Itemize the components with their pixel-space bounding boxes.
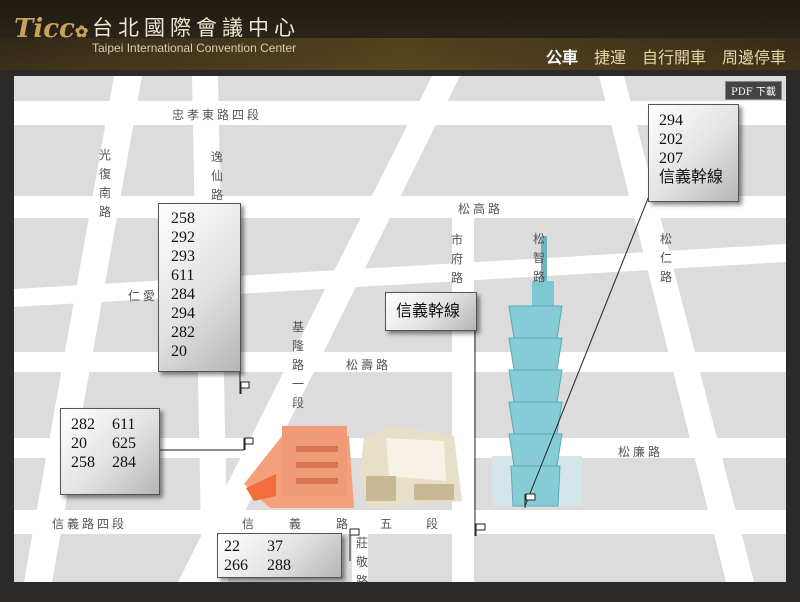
- bus-route: 信義幹線: [659, 169, 724, 186]
- road-label-renai: 仁愛: [128, 289, 159, 303]
- road-label-xinyi5-4: 五: [380, 517, 396, 531]
- main-nav: 公車 捷運 自行開車 周邊停車: [546, 44, 786, 68]
- road-label-songgao: 松高路: [458, 202, 504, 216]
- road-label-guangfu: 光復南路: [98, 148, 111, 219]
- bus-route: 611: [112, 416, 136, 433]
- bus-route: 信義幹線: [396, 303, 461, 320]
- bus-route: 266: [224, 557, 248, 574]
- road-label-zhuangjing: 莊敬路: [355, 536, 368, 582]
- world-trade-center-building: [360, 426, 462, 508]
- road-label-xinyi5-2: 義: [289, 517, 305, 531]
- road-xinyi: [14, 510, 786, 534]
- bus-route: 258: [171, 210, 195, 227]
- stop-flag-keelung-south: [244, 437, 254, 445]
- bus-route: 207: [659, 150, 683, 167]
- bus-stop-xinyi-trunk: 信義幹線: [385, 292, 477, 331]
- bus-route: 625: [112, 435, 136, 452]
- bus-route: 294: [171, 305, 195, 322]
- road-label-zhongxiao: 忠孝東路四段: [172, 108, 263, 122]
- road-label-keelung: 基隆路一段: [291, 320, 304, 410]
- pdf-download-button[interactable]: PDF 下載: [725, 81, 782, 100]
- nav-mrt[interactable]: 捷運: [594, 44, 626, 68]
- bus-stop-keelung-south: 282 20 258 611 625 284: [60, 408, 160, 495]
- bus-route: 292: [171, 229, 195, 246]
- road-label-xinyi5-1: 信: [242, 517, 258, 531]
- road-label-songshou: 松壽路: [346, 358, 392, 372]
- nav-parking[interactable]: 周邊停車: [722, 44, 786, 68]
- bus-route: 294: [659, 112, 683, 129]
- site-name-en: Taipei International Convention Center: [92, 41, 297, 55]
- road-label-xinyi5-3: 路: [336, 517, 352, 531]
- site-name-cn: 台北國際會議中心: [92, 16, 300, 40]
- ticc-logo[interactable]: Ticc✿: [14, 14, 88, 44]
- bus-route: 20: [71, 435, 87, 452]
- road-label-xinyi5-5: 段: [426, 517, 442, 531]
- stop-flag-101: [525, 493, 536, 501]
- road-label-yixian: 逸仙路: [210, 150, 223, 202]
- bus-stop-keelung-north: 258 292 293 611 284 294 282 20: [158, 203, 241, 372]
- stop-flag-xinyi-trunk: [475, 523, 486, 531]
- bus-route: 22: [224, 538, 240, 555]
- bus-route: 288: [267, 557, 291, 574]
- site-header: Ticc✿ 台北國際會議中心 Taipei International Conv…: [0, 0, 800, 70]
- bus-route: 20: [171, 343, 187, 360]
- road-label-xinyi4: 信義路四段: [52, 517, 128, 531]
- road-label-songren: 松仁路: [659, 232, 672, 284]
- bus-map: 忠孝東路四段 光復南路 逸仙路 松高路 市府路 松智路 松仁路 仁愛 基隆路一段…: [14, 76, 786, 582]
- bus-route: 293: [171, 248, 195, 265]
- road-label-songzhi: 松智路: [532, 232, 545, 284]
- bus-route: 282: [171, 324, 195, 341]
- bus-route: 611: [171, 267, 195, 284]
- bus-route: 284: [112, 454, 136, 471]
- bus-route: 37: [267, 538, 283, 555]
- road-label-songlian: 松廉路: [618, 445, 664, 459]
- bus-stop-taipei101: 294 202 207 信義幹線: [648, 104, 739, 202]
- nav-bus[interactable]: 公車: [546, 44, 578, 68]
- stop-flag-keelung-north: [240, 381, 250, 389]
- road-label-shifu: 市府路: [450, 233, 463, 285]
- road-guangfu: [24, 76, 142, 582]
- nav-driving[interactable]: 自行開車: [642, 44, 706, 68]
- bus-stop-zhuangjing: 22 266 37 288: [217, 533, 342, 578]
- bus-route: 284: [171, 286, 195, 303]
- bus-route: 282: [71, 416, 95, 433]
- bus-route: 202: [659, 131, 683, 148]
- bus-route: 258: [71, 454, 95, 471]
